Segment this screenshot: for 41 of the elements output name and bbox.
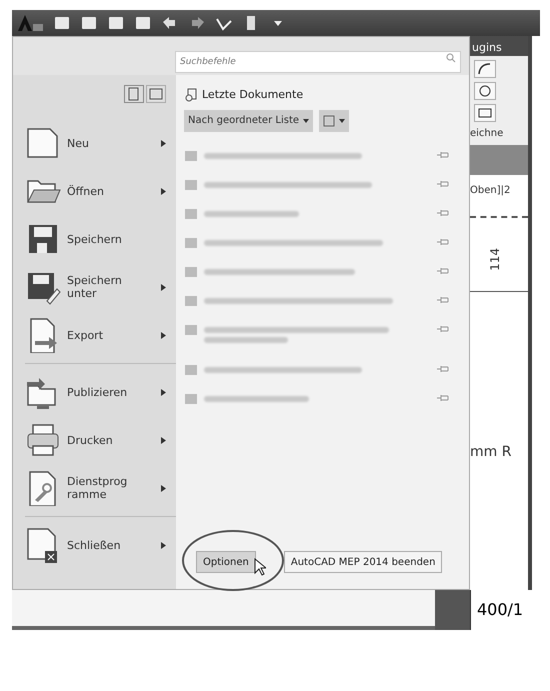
viewport-label: Oben]|2: [470, 184, 512, 198]
app-logo-icon: [16, 13, 44, 33]
caret-icon: [303, 118, 310, 122]
drawing-text: mm R: [470, 442, 512, 462]
menu-item[interactable]: Schließen: [25, 521, 166, 569]
menu-button[interactable]: Optionen: [196, 551, 256, 573]
recent-documents-title: Letzte Dokumente: [202, 87, 304, 103]
dimension-text: 114: [487, 248, 502, 271]
search-icon: [446, 53, 456, 63]
sort-dropdown[interactable]: Nach geordneter Liste: [184, 110, 314, 132]
menu-item[interactable]: Neu: [25, 119, 166, 167]
menu-item[interactable]: Dienstprog ramme: [25, 464, 166, 512]
rectangle-icon[interactable]: [474, 104, 496, 122]
pin-icon[interactable]: [437, 150, 449, 160]
pin-icon[interactable]: [437, 364, 449, 374]
pin-icon[interactable]: [437, 392, 449, 402]
file-tab-bar: [470, 145, 528, 175]
search-field[interactable]: Suchbefehle: [175, 51, 461, 73]
pin-icon[interactable]: [437, 294, 449, 304]
recent-documents-icon: [184, 88, 198, 102]
pin-icon[interactable]: [437, 208, 449, 218]
pin-icon[interactable]: [437, 236, 449, 246]
pin-icon[interactable]: [437, 178, 449, 188]
folder-view-icon[interactable]: [146, 85, 166, 103]
menu-button[interactable]: AutoCAD MEP 2014 beenden: [284, 551, 442, 573]
documents-view-icon[interactable]: [124, 85, 144, 103]
menu-item[interactable]: Öffnen: [25, 167, 166, 215]
menu-item[interactable]: Speichern unter: [25, 263, 166, 311]
window-frame: [435, 590, 470, 630]
arc-icon[interactable]: [474, 60, 496, 78]
pin-icon[interactable]: [437, 266, 449, 276]
pin-icon[interactable]: [437, 324, 449, 334]
menu-item[interactable]: Drucken: [25, 416, 166, 464]
menu-item[interactable]: Export: [25, 311, 166, 359]
panel-label: eichne: [470, 127, 504, 141]
menu-item[interactable]: Speichern: [25, 215, 166, 263]
print-icon: [25, 422, 61, 458]
caret-icon: [339, 118, 346, 122]
view-dropdown[interactable]: [319, 110, 350, 132]
cursor-icon: [254, 558, 266, 576]
menu-item[interactable]: Publizieren: [25, 368, 166, 416]
